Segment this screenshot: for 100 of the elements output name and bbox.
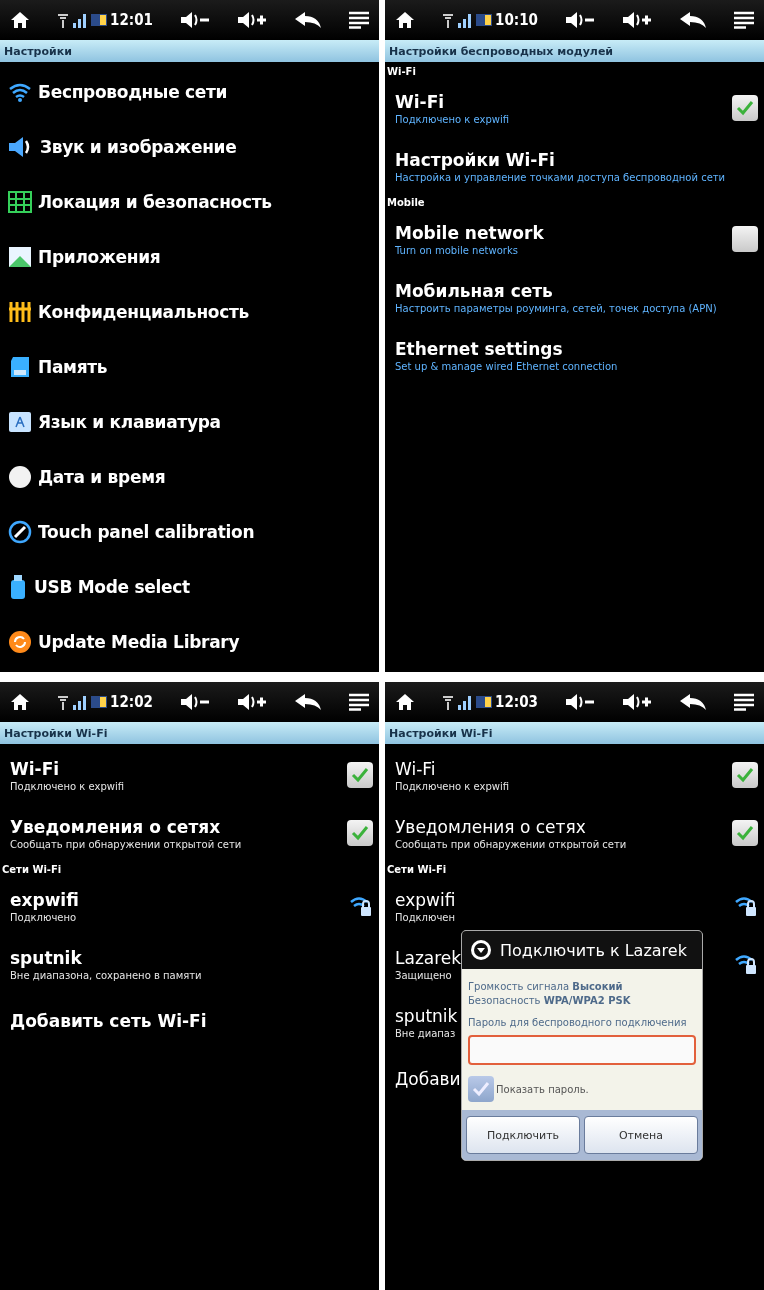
settings-item[interactable]: Звук и изображение (0, 119, 379, 174)
item-title[interactable]: Wi-Fi (395, 91, 445, 112)
item-title[interactable]: Lazarek (395, 947, 462, 968)
signal-bars-icon (72, 694, 88, 710)
checkbox[interactable] (732, 226, 758, 252)
item-summary: Set up & manage wired Ethernet connection (395, 360, 618, 372)
back-icon[interactable] (678, 11, 707, 29)
settings-item[interactable]: Конфиденциальность (0, 284, 379, 339)
dialog-button[interactable]: Подключить (466, 1116, 580, 1154)
item-title[interactable]: expwifi (10, 889, 79, 910)
settings-item[interactable]: Память (0, 339, 379, 394)
item-summary: Защищено (395, 969, 452, 981)
item-title[interactable]: Добавить сеть Wi-Fi (10, 1011, 207, 1031)
menu-icon[interactable] (733, 693, 754, 711)
password-label: Пароль для беспроводного подключения (468, 1017, 688, 1028)
dialog-title: Подключить к Lazarek (500, 940, 687, 960)
checkbox[interactable] (732, 762, 758, 788)
item-title[interactable]: Ethernet settings (395, 338, 563, 359)
checkbox[interactable] (468, 1076, 494, 1102)
wifi-signal-icon (57, 694, 69, 710)
item-title[interactable]: sputnik (395, 1005, 458, 1026)
volume-down-icon[interactable] (179, 11, 210, 29)
dialog-button[interactable]: Отмена (584, 1116, 698, 1154)
item-summary: Подключено к expwifi (395, 113, 509, 125)
item-summary: Вне диапазона, сохранено в памяти (10, 969, 202, 981)
clock-time: 12:03 (495, 693, 538, 711)
screen-title: Настройки Wi-Fi (4, 726, 108, 740)
item-title[interactable]: expwifi (395, 889, 456, 910)
section-header: Mobile (386, 196, 426, 210)
checkbox[interactable] (347, 762, 373, 788)
settings-item[interactable]: Беспроводные сети (0, 64, 379, 119)
check-icon (351, 825, 369, 841)
back-icon[interactable] (678, 693, 707, 711)
battery-icon (476, 14, 492, 26)
item-title[interactable]: Настройки Wi-Fi (395, 149, 555, 170)
item-title[interactable]: Wi-Fi (10, 758, 60, 779)
wifi-signal-icon (57, 12, 69, 28)
down-arrow-circle-icon (470, 939, 492, 961)
checkbox-label: Показать пароль. (496, 1083, 589, 1095)
settings-item[interactable]: Touch panel calibration (0, 504, 379, 559)
password-field[interactable] (468, 1035, 696, 1065)
battery-icon (476, 696, 492, 708)
checkbox[interactable] (732, 820, 758, 846)
item-summary: Подключено (10, 911, 77, 923)
menu-icon[interactable] (348, 11, 369, 29)
section-header: Сети Wi-Fi (1, 863, 63, 877)
item-summary: Подключено к expwifi (10, 780, 124, 792)
item-summary: Подключен (395, 911, 455, 923)
volume-up-icon[interactable] (236, 11, 267, 29)
volume-up-icon[interactable] (236, 693, 267, 711)
battery-icon (91, 696, 107, 708)
check-icon (736, 767, 754, 783)
home-icon[interactable] (395, 11, 415, 29)
item-title[interactable]: Уведомления о сетях (395, 816, 586, 837)
check-icon (736, 825, 754, 841)
item-summary: Подключено к expwifi (395, 780, 509, 792)
item-title[interactable]: Уведомления о сетях (10, 816, 221, 837)
dialog-info: Безопасность WPA/WPA2 PSK (468, 995, 632, 1006)
screen-title: Настройки беспроводных модулей (389, 44, 614, 58)
clock-time: 10:10 (495, 11, 538, 29)
refresh-icon (8, 629, 32, 654)
home-icon[interactable] (10, 11, 30, 29)
settings-item[interactable]: Update Media Library (0, 614, 379, 669)
clock-time: 12:01 (110, 11, 153, 29)
volume-up-icon[interactable] (621, 693, 652, 711)
back-icon[interactable] (293, 693, 322, 711)
wifi-signal-icon (442, 694, 454, 710)
settings-item[interactable]: Дата и время (0, 449, 379, 504)
item-title[interactable]: Добави (395, 1069, 461, 1089)
item-summary: Сообщать при обнаружении открытой сети (10, 838, 242, 850)
check-icon (351, 767, 369, 783)
settings-item[interactable]: Локация и безопасность (0, 174, 379, 229)
volume-down-icon[interactable] (564, 11, 595, 29)
back-icon[interactable] (293, 11, 322, 29)
settings-item[interactable]: Язык и клавиатура (0, 394, 379, 449)
checkbox[interactable] (347, 820, 373, 846)
volume-up-icon[interactable] (621, 11, 652, 29)
volume-down-icon[interactable] (179, 693, 210, 711)
item-title[interactable]: Мобильная сеть (395, 280, 553, 301)
menu-icon[interactable] (348, 693, 369, 711)
battery-icon (91, 14, 107, 26)
menu-icon[interactable] (733, 11, 754, 29)
item-summary: Настроить параметры роуминга, сетей, точек доступа (APN) (395, 302, 717, 314)
check-icon (472, 1081, 490, 1097)
item-summary: Сообщать при обнаружении открытой сети (395, 838, 627, 850)
settings-item[interactable]: USB Mode select (0, 559, 379, 614)
signal-bars-icon (72, 12, 88, 28)
pencil-circle-icon (8, 519, 32, 544)
section-header: Сети Wi-Fi (386, 863, 448, 877)
volume-down-icon[interactable] (564, 693, 595, 711)
item-title[interactable]: Mobile network (395, 222, 544, 243)
dialog-info: Громкость сигнала Высокий (468, 981, 624, 992)
checkbox[interactable] (732, 95, 758, 121)
item-title[interactable]: Wi-Fi (395, 758, 436, 779)
home-icon[interactable] (395, 693, 415, 711)
home-icon[interactable] (10, 693, 30, 711)
settings-item[interactable]: Приложения (0, 229, 379, 284)
item-title[interactable]: sputnik (10, 947, 82, 968)
keyboard-key-icon (8, 410, 32, 433)
section-header: Wi-Fi (386, 65, 417, 79)
